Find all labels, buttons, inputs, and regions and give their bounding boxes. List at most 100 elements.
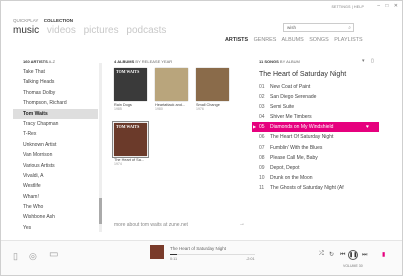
track-number: 11 [259, 184, 265, 191]
table-row[interactable]: ▶ 05 Diamonds on My Windshield ♥ [252, 122, 379, 133]
table-row[interactable]: 06 The Heart Of Saturday Night [252, 132, 379, 142]
track-list: 01 New Coat of Paint 02 San Diego Serenade 0… [252, 82, 379, 193]
window-controls: – □ ✕ [373, 3, 398, 9]
table-row[interactable]: 09 Depot, Depot [252, 163, 379, 173]
table-row[interactable]: 02 San Diego Serenade [252, 92, 379, 102]
albums-header[interactable]: 4 ALBUMS BY RELEASE YEAR [114, 59, 172, 64]
list-item[interactable]: Wham! [13, 192, 98, 202]
pivot-tabs: ARTISTS GENRES ALBUMS SONGS PLAYLISTS [225, 37, 367, 43]
list-item[interactable]: Take That [13, 67, 98, 77]
artist-scrollbar[interactable] [99, 63, 102, 232]
list-item[interactable]: Tom Waits [13, 108, 98, 119]
nav-podcasts[interactable]: podcasts [126, 25, 166, 36]
nav-music[interactable]: music [13, 25, 39, 36]
album-heart-of-saturday-night[interactable]: TOM WAITS The Heart of Sa... 1974 [112, 121, 150, 166]
track-title: The Heart Of Saturday Night [270, 134, 334, 141]
artists-count: 160 ARTISTS [23, 59, 48, 64]
tab-playlists[interactable]: PLAYLISTS [334, 37, 362, 43]
repeat-icon[interactable]: ↻ [329, 251, 334, 258]
list-item[interactable]: Thompson, Richard [13, 98, 98, 108]
table-row[interactable]: 08 Please Call Me, Baby [252, 153, 379, 163]
track-title: San Diego Serenade [270, 94, 317, 101]
tab-albums[interactable]: ALBUMS [282, 37, 304, 43]
album-cover [196, 68, 229, 101]
previous-icon[interactable]: ⏮ [340, 252, 345, 259]
search-icon[interactable]: ⌕ [348, 25, 351, 31]
album-year: 1985 [114, 107, 122, 111]
minimize-icon[interactable]: – [377, 3, 380, 9]
songs-count: 11 SONGS [259, 59, 279, 64]
shuffle-icon[interactable]: ⤮ [319, 251, 324, 258]
device-icon[interactable]: ▯ [371, 58, 374, 64]
main-nav: music videos pictures podcasts [13, 25, 171, 36]
track-title: Diamonds on My Windshield [270, 124, 334, 131]
artists-header[interactable]: 160 ARTISTS A-Z [23, 59, 55, 64]
nav-collection[interactable]: COLLECTION [44, 18, 73, 23]
computer-icon[interactable]: ▭ [49, 249, 58, 260]
track-number: 06 [259, 134, 265, 141]
tab-genres[interactable]: GENRES [254, 37, 277, 43]
table-row[interactable]: 11 The Ghosts of Saturday Night (Af [252, 183, 379, 193]
album-small-change[interactable]: Small Change 1976 [196, 68, 232, 111]
nav-videos[interactable]: videos [47, 25, 76, 36]
list-item[interactable]: Thomas Dolby [13, 88, 98, 98]
songs-sort: BY ALBUM [279, 59, 300, 64]
table-row[interactable]: 03 Semi Suite [252, 102, 379, 112]
progress-bar[interactable] [170, 254, 255, 255]
pause-button[interactable]: ❚❚ [348, 250, 358, 260]
tab-songs[interactable]: SONGS [309, 37, 328, 43]
tab-artists[interactable]: ARTISTS [225, 37, 248, 43]
volume-icon[interactable]: ▮ [382, 251, 385, 258]
search-input[interactable]: wish ⌕ [283, 23, 354, 32]
list-item[interactable]: The Who [13, 202, 98, 212]
list-item[interactable]: T-Rex [13, 129, 98, 139]
heart-icon[interactable]: ♥ [366, 122, 369, 132]
album-title: The Heart of Saturday Night [259, 71, 347, 78]
list-item[interactable]: Talking Heads [13, 77, 98, 87]
list-item[interactable]: Unknown Artist [13, 140, 98, 150]
next-icon[interactable]: ⏭ [362, 252, 367, 259]
album-cover [155, 68, 188, 101]
table-row[interactable]: 01 New Coat of Paint [252, 82, 379, 92]
list-item[interactable]: Vivaldi, A [13, 171, 98, 181]
songs-header[interactable]: 11 SONGS BY ALBUM [259, 59, 300, 64]
track-title: Shiver Me Timbers [270, 114, 312, 121]
albums-count: 4 ALBUMS [114, 59, 135, 64]
close-icon[interactable]: ✕ [394, 3, 398, 9]
now-playing-art[interactable] [150, 245, 164, 259]
track-number: 01 [259, 84, 265, 90]
album-heartattack[interactable]: Heartattack and... 1980 [155, 68, 191, 111]
list-item[interactable]: Wishbone Ash [13, 212, 98, 222]
view-toggle-icon[interactable]: ▾ [362, 58, 365, 64]
more-about-link[interactable]: more about tom waits at zune.net [114, 222, 188, 228]
artist-list: Take That Talking Heads Thomas Dolby Thomps… [13, 67, 98, 233]
track-title: Semi Suite [270, 104, 295, 111]
table-row[interactable]: 10 Drunk on the Moon [252, 173, 379, 183]
track-title: New Coat of Paint [270, 84, 311, 90]
phone-icon[interactable]: ▯ [13, 251, 18, 262]
scrollbar-thumb[interactable] [99, 198, 102, 224]
list-item[interactable]: Various Artists [13, 161, 98, 171]
table-row[interactable]: 04 Shiver Me Timbers [252, 112, 379, 122]
list-item[interactable]: Westlife [13, 181, 98, 191]
nav-quickplay[interactable]: QUICKPLAY [13, 18, 38, 23]
album-cover: TOM WAITS [114, 68, 147, 101]
arrow-right-icon[interactable]: → [239, 221, 245, 227]
album-rain-dogs[interactable]: TOM WAITS Rain Dogs 1985 [114, 68, 150, 111]
track-number: 09 [259, 164, 265, 171]
list-item[interactable]: Van Morrison [13, 150, 98, 160]
cover-text: TOM WAITS [116, 69, 140, 74]
elapsed-time: 0:11 [170, 257, 178, 261]
table-row[interactable]: 07 Fumblin' With the Blues [252, 143, 379, 153]
list-item[interactable]: Yes [13, 223, 98, 233]
now-playing-icon: ▶ [253, 124, 257, 130]
maximize-icon[interactable]: □ [385, 3, 388, 9]
album-year: 1980 [155, 107, 163, 111]
utility-links[interactable]: SETTINGS | HELP [332, 5, 365, 9]
track-number: 03 [259, 104, 265, 111]
list-item[interactable]: Tracy Chapman [13, 119, 98, 129]
albums-sort: BY RELEASE YEAR [135, 59, 173, 64]
disc-icon[interactable]: ◎ [29, 251, 37, 262]
nav-pictures[interactable]: pictures [84, 25, 119, 36]
track-title: The Ghosts of Saturday Night (Af [270, 184, 344, 191]
